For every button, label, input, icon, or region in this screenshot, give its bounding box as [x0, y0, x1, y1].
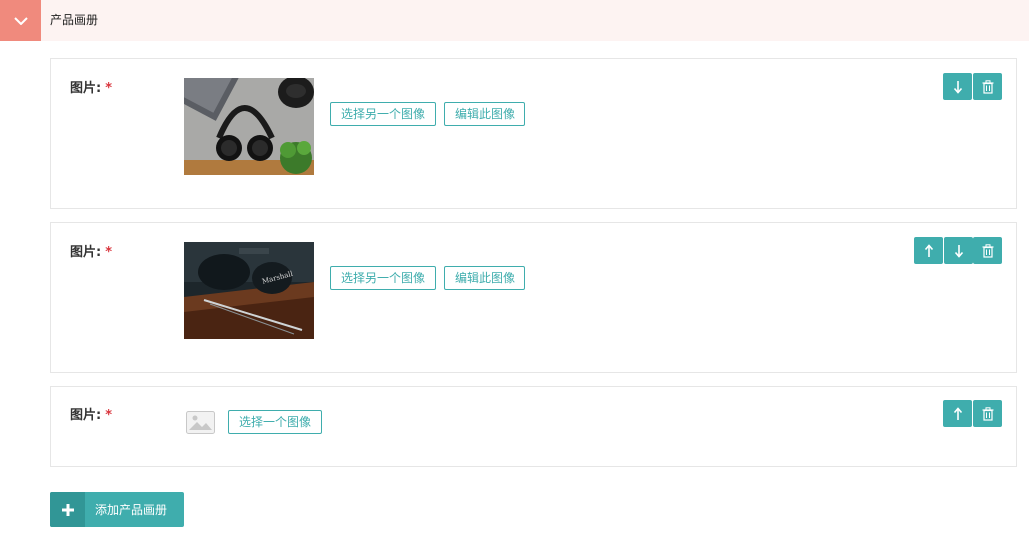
headphones-on-desk-photo: [184, 78, 314, 175]
image-field-label: 图片: *: [70, 80, 112, 98]
section-title: 产品画册: [50, 13, 99, 27]
delete-button[interactable]: [973, 237, 1002, 264]
required-mark: *: [105, 81, 113, 96]
collapse-toggle-button[interactable]: [0, 0, 41, 41]
gallery-item-2: 图片: * Marshall 选择另一个图像 编辑此图像: [50, 222, 1017, 373]
move-down-button[interactable]: [943, 73, 972, 100]
field-label-text: 图片:: [70, 245, 102, 260]
edit-image-button[interactable]: 编辑此图像: [444, 266, 525, 290]
delete-icon: [982, 79, 993, 94]
add-gallery-item-button[interactable]: 添加产品画册: [50, 492, 184, 527]
field-label-text: 图片:: [70, 81, 102, 96]
move-up-icon: [924, 243, 933, 257]
marshall-headphones-photo: Marshall: [184, 242, 314, 339]
delete-button[interactable]: [973, 73, 1002, 100]
plus-icon-box: [50, 492, 85, 527]
add-button-label: 添加产品画册: [95, 503, 168, 517]
choose-another-image-button[interactable]: 选择另一个图像: [330, 102, 436, 126]
image-field-label: 图片: *: [70, 244, 112, 262]
delete-button[interactable]: [973, 400, 1002, 427]
choose-another-image-button[interactable]: 选择另一个图像: [330, 266, 436, 290]
move-down-button[interactable]: [944, 237, 973, 264]
move-down-icon: [953, 80, 962, 94]
section-header: 产品画册: [0, 0, 1029, 41]
required-mark: *: [105, 245, 113, 260]
image-field-label: 图片: *: [70, 407, 112, 425]
gallery-item-1: 图片: * 选择另一个图像 编辑此图像: [50, 58, 1017, 209]
move-up-icon: [953, 406, 962, 420]
move-up-button[interactable]: [914, 237, 943, 264]
delete-icon: [982, 406, 993, 421]
choose-image-button[interactable]: 选择一个图像: [228, 410, 322, 434]
field-label-text: 图片:: [70, 408, 102, 423]
required-mark: *: [105, 408, 113, 423]
image-placeholder-icon: [186, 411, 215, 434]
chevron-down-icon: [13, 16, 28, 25]
move-down-icon: [954, 244, 963, 258]
move-up-button[interactable]: [943, 400, 972, 427]
plus-icon: [61, 503, 74, 516]
edit-image-button[interactable]: 编辑此图像: [444, 102, 525, 126]
gallery-item-3: 图片: * 选择一个图像: [50, 386, 1017, 467]
delete-icon: [982, 243, 993, 258]
